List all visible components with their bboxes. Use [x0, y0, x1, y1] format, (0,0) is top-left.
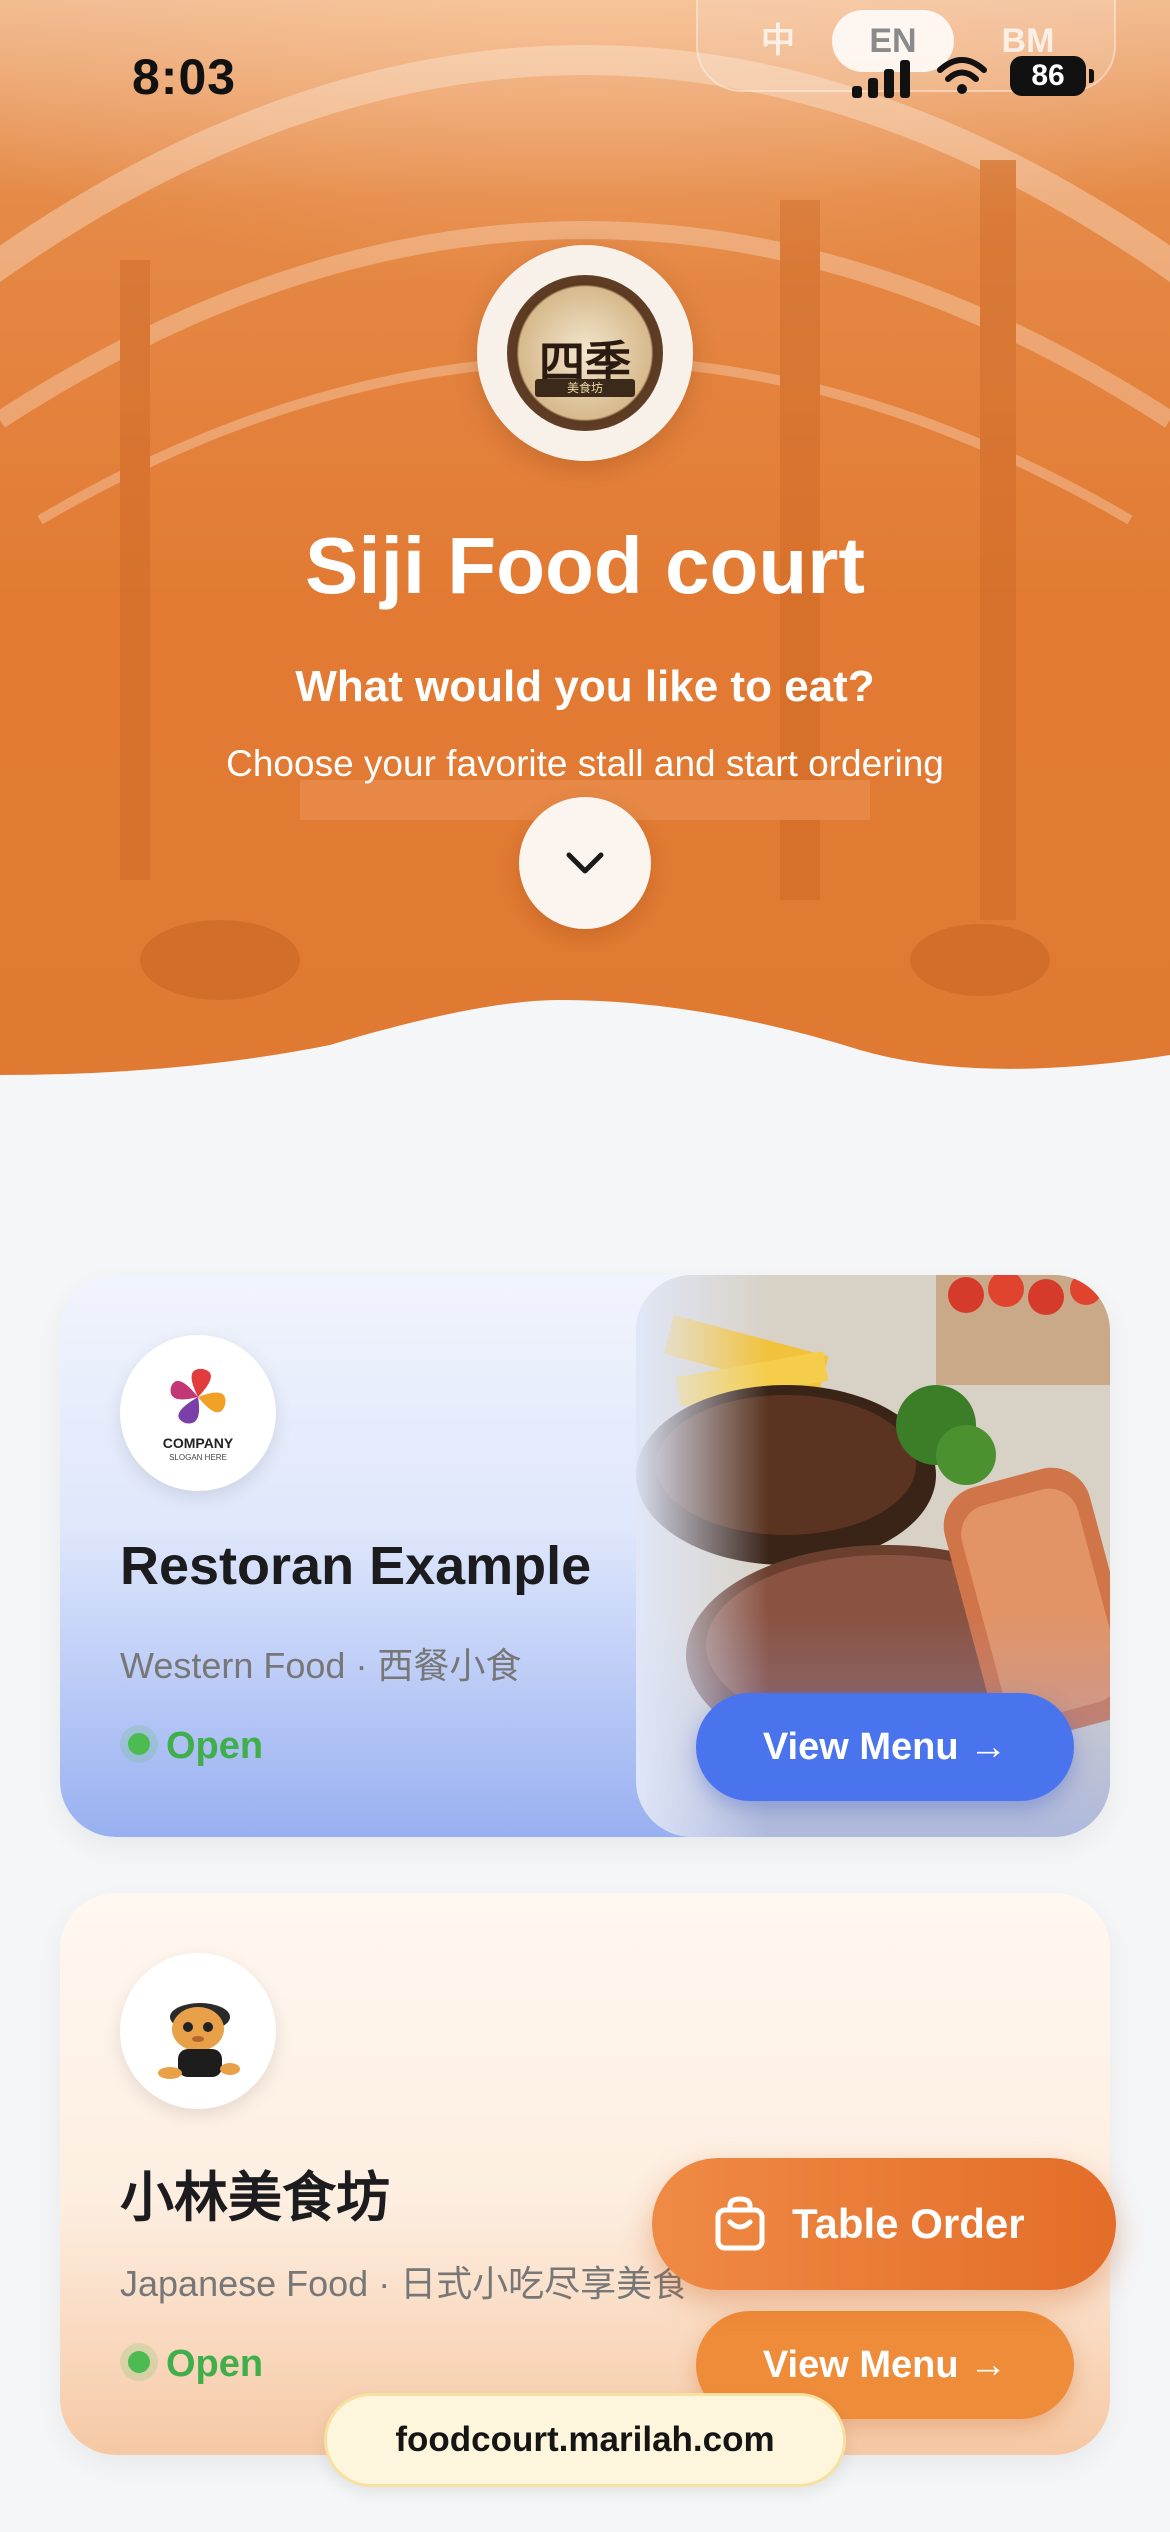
stall-category: Japanese Food · 日式小吃尽享美食 — [120, 2263, 689, 2304]
status-bar: 8:03 中 EN BM 86 — [0, 0, 1170, 150]
cat-mascot-icon — [158, 2003, 240, 2079]
battery-icon: 86 — [1010, 56, 1094, 96]
chevron-down-icon — [566, 852, 604, 874]
stall-logo: COMPANY SLOGAN HERE — [120, 1335, 276, 1491]
open-dot-icon — [128, 1732, 150, 1755]
cellular-signal-icon — [852, 60, 910, 98]
stall-name: Restoran Example — [120, 1536, 592, 1596]
view-menu-button[interactable]: View Menu → — [696, 1693, 1074, 1801]
url-bar[interactable]: foodcourt.marilah.com — [324, 2393, 846, 2487]
scroll-down-button[interactable] — [519, 797, 651, 929]
stall-status: Open — [118, 1725, 263, 1775]
hero-subtitle: Choose your favorite stall and start ord… — [226, 743, 944, 784]
table-order-button[interactable]: Table Order — [652, 2158, 1116, 2290]
wifi-icon — [937, 57, 987, 94]
stall-logo — [120, 1953, 276, 2109]
hero-question: What would you like to eat? — [295, 662, 875, 711]
logo-emblem: 四季 美食坊 — [507, 275, 663, 431]
stall-category: Western Food · 西餐小食 — [120, 1645, 522, 1686]
stall-card[interactable]: COMPANY SLOGAN HERE Restoran Example Wes… — [60, 1275, 1110, 1837]
status-label: Open — [166, 1725, 264, 1767]
clock: 8:03 — [132, 49, 237, 105]
table-order-label: Table Order — [792, 2200, 1025, 2247]
company-logo-mark — [170, 1368, 226, 1424]
stall-name: 小林美食坊 — [120, 2168, 390, 2228]
logo-subtext: 美食坊 — [535, 379, 635, 397]
open-dot-icon — [128, 2350, 150, 2373]
lang-option-zh[interactable]: 中 — [738, 10, 818, 72]
page-title: Siji Food court — [305, 521, 865, 610]
company-logo-name: COMPANY — [162, 1435, 234, 1451]
company-logo-slogan: SLOGAN HERE — [169, 1453, 227, 1462]
status-label: Open — [166, 2343, 264, 2385]
stall-status: Open — [118, 2343, 263, 2393]
food-court-logo: 四季 美食坊 — [477, 245, 693, 461]
shopping-bag-icon — [715, 2196, 765, 2251]
